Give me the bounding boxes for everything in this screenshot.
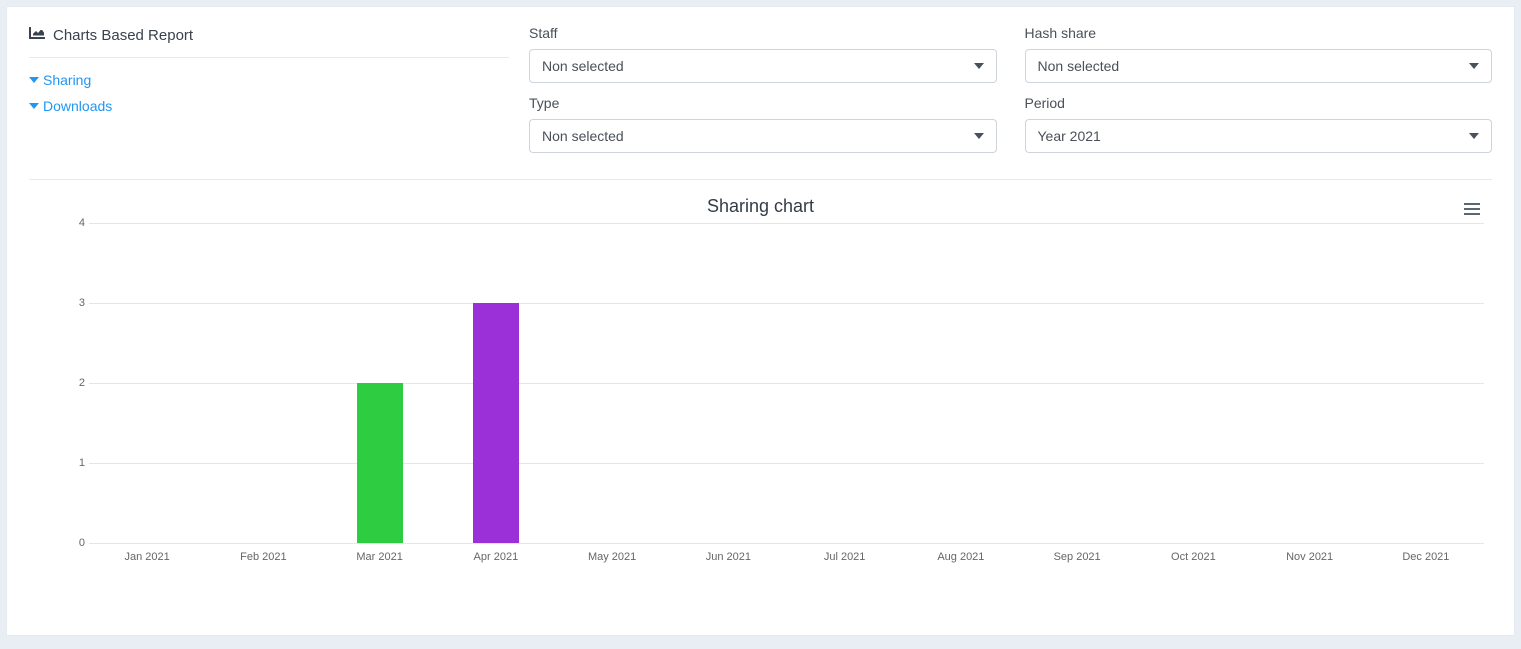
x-tick-label: Aug 2021 [937,551,984,563]
area-chart-icon [29,25,45,45]
page-title-text: Charts Based Report [53,27,193,44]
sidebar-item-sharing[interactable]: Sharing [29,72,509,88]
y-tick-label: 1 [67,457,85,469]
period-dropdown-value: Year 2021 [1038,128,1101,144]
y-tick-label: 4 [67,217,85,229]
y-tick-label: 3 [67,297,85,309]
staff-label: Staff [529,25,997,41]
caret-down-icon [29,98,39,114]
x-tick-label: Jun 2021 [706,551,751,563]
x-tick-label: May 2021 [588,551,636,563]
period-label: Period [1025,95,1493,111]
staff-dropdown-value: Non selected [542,58,624,74]
hash-share-dropdown-value: Non selected [1038,58,1120,74]
x-tick-label: Jan 2021 [124,551,169,563]
main-divider [29,179,1492,180]
report-panel: Charts Based Report Sharing Downloads Sta… [6,6,1515,636]
chart-container: Sharing chart 0 1 2 3 4 Jan 2021 Feb 2021 Mar … [29,196,1492,573]
filter-period: Period Year 2021 [1025,95,1493,153]
caret-down-icon [1469,58,1479,74]
x-tick-label: Dec 2021 [1402,551,1449,563]
x-tick-label: Oct 2021 [1171,551,1216,563]
caret-down-icon [29,72,39,88]
grid-line [89,303,1484,304]
sidebar-item-label: Sharing [43,72,91,88]
x-tick-label: Nov 2021 [1286,551,1333,563]
x-tick-label: Jul 2021 [824,551,866,563]
type-dropdown[interactable]: Non selected [529,119,997,153]
hash-share-label: Hash share [1025,25,1493,41]
x-tick-label: Sep 2021 [1054,551,1101,563]
y-tick-label: 2 [67,377,85,389]
sidebar: Charts Based Report Sharing Downloads [29,25,509,153]
chart-plot-area: 01234 Jan 2021Feb 2021Mar 2021Apr 2021Ma… [65,223,1484,573]
filters-area: Staff Non selected Hash share Non select… [529,25,1492,153]
caret-down-icon [974,58,984,74]
caret-down-icon [974,128,984,144]
type-label: Type [529,95,997,111]
chart-title: Sharing chart [29,196,1492,217]
sidebar-item-downloads[interactable]: Downloads [29,98,509,114]
grid-line [89,383,1484,384]
filter-hash-share: Hash share Non selected [1025,25,1493,83]
hash-share-dropdown[interactable]: Non selected [1025,49,1493,83]
x-tick-label: Mar 2021 [356,551,402,563]
period-dropdown[interactable]: Year 2021 [1025,119,1493,153]
top-section: Charts Based Report Sharing Downloads Sta… [29,25,1492,153]
chart-menu-button[interactable] [1460,196,1484,222]
chart-bar[interactable] [357,383,403,543]
y-tick-label: 0 [67,537,85,549]
grid-line [89,463,1484,464]
sidebar-item-label: Downloads [43,98,112,114]
x-tick-label: Feb 2021 [240,551,286,563]
filter-type: Type Non selected [529,95,997,153]
sidebar-divider [29,57,509,58]
page-title: Charts Based Report [29,25,509,45]
staff-dropdown[interactable]: Non selected [529,49,997,83]
caret-down-icon [1469,128,1479,144]
filter-staff: Staff Non selected [529,25,997,83]
type-dropdown-value: Non selected [542,128,624,144]
chart-bar[interactable] [473,303,519,543]
grid-line [89,223,1484,224]
x-tick-label: Apr 2021 [474,551,519,563]
